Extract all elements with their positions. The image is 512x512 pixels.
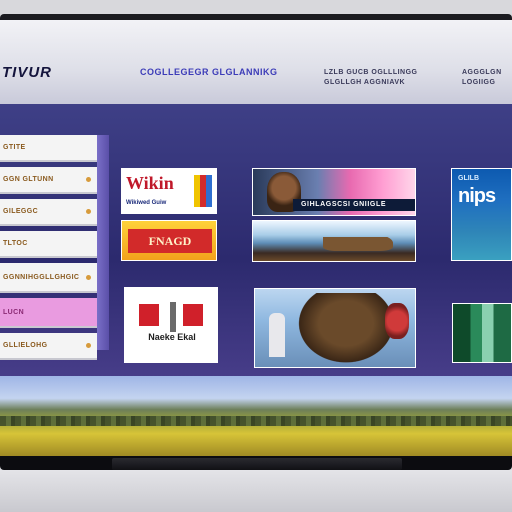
dot-icon xyxy=(86,209,91,214)
tile-ship[interactable] xyxy=(252,220,416,262)
flag-pole xyxy=(170,302,176,332)
news-ticker: GIHLAGSCSI GNIIGLE xyxy=(293,199,415,211)
sidebar-item-label: GILEGGC xyxy=(3,208,39,215)
sidebar-item-label: GTITE xyxy=(3,144,26,151)
sidebar-item-label: GGN GLTUNN xyxy=(3,176,54,183)
flag-graphic xyxy=(183,304,203,326)
tile-forest[interactable] xyxy=(452,303,512,363)
header: TIVUR COGLLEGEGR GLGLANNIKG LZLB GUCB OG… xyxy=(0,20,512,104)
tile-map[interactable]: GLILB nips xyxy=(451,168,512,261)
tile-flag[interactable]: Naeke Ekal xyxy=(124,287,218,363)
nav-secondary-2[interactable]: AGGGLGN LOGIIGG xyxy=(462,68,512,88)
sidebar-item[interactable]: GILEGGC xyxy=(0,199,97,226)
sidebar-item-active[interactable]: LUCN xyxy=(0,298,97,328)
tv-foot xyxy=(0,470,512,512)
sidebar-item-label: GGNNIHGGLLGHGIC xyxy=(3,273,80,281)
tile-news[interactable]: GIHLAGSCSI GNIIGLE xyxy=(252,168,416,216)
dot-icon xyxy=(86,177,91,182)
sidebar-item-label: TLTOC xyxy=(3,240,28,247)
tile-flag-caption: Naeke Ekal xyxy=(148,332,196,342)
rider-thumbnail xyxy=(385,303,409,339)
background-treeline xyxy=(0,416,512,426)
sidebar-item[interactable]: GLLIELOHG xyxy=(0,333,97,360)
app-logo[interactable]: TIVUR xyxy=(2,64,52,81)
tile-wiki-subtitle: Wikiwed Guiw xyxy=(126,200,167,206)
flag-graphic xyxy=(139,304,159,326)
sidebar: GTITE GGN GLTUNN GILEGGC TLTOC GGNNIHGGL… xyxy=(0,135,109,365)
tile-wiki-title: Wikin xyxy=(126,173,174,193)
ship-thumbnail xyxy=(323,231,393,251)
tile-wiki[interactable]: Wikin Wikiwed Guiw xyxy=(121,168,217,214)
sidebar-item-label: LUCN xyxy=(3,308,25,316)
stripe-graphic xyxy=(194,175,212,207)
sidebar-item[interactable]: TLTOC xyxy=(0,231,97,258)
creature-thumbnail xyxy=(291,293,391,367)
tile-map-text: nips xyxy=(458,185,496,207)
sidebar-item-label: GLLIELOHG xyxy=(3,342,48,349)
tile-banner[interactable]: FNAGD xyxy=(121,220,217,261)
tile-banner-text: FNAGD xyxy=(128,229,212,253)
dot-icon xyxy=(86,274,91,280)
dot-icon xyxy=(86,343,91,348)
nav-secondary-1[interactable]: LZLB GUCB OGLLLINGG GLGLLGH AGGNIAVK xyxy=(324,68,442,88)
nav-main[interactable]: COGLLEGEGR GLGLANNIKG xyxy=(140,67,278,77)
tile-map-header: GLILB xyxy=(458,175,479,182)
sidebar-item[interactable]: GTITE xyxy=(0,135,97,162)
tv-screen: TIVUR COGLLEGEGR GLGLANNIKG LZLB GUCB OG… xyxy=(0,20,512,456)
tv-stand xyxy=(112,458,402,470)
sidebar-rail xyxy=(97,135,109,350)
tile-fantasy[interactable] xyxy=(254,288,416,368)
sidebar-item[interactable]: GGN GLTUNN xyxy=(0,167,97,194)
tower-thumbnail xyxy=(269,313,285,357)
sidebar-item[interactable]: GGNNIHGGLLGHGIC xyxy=(0,263,97,293)
